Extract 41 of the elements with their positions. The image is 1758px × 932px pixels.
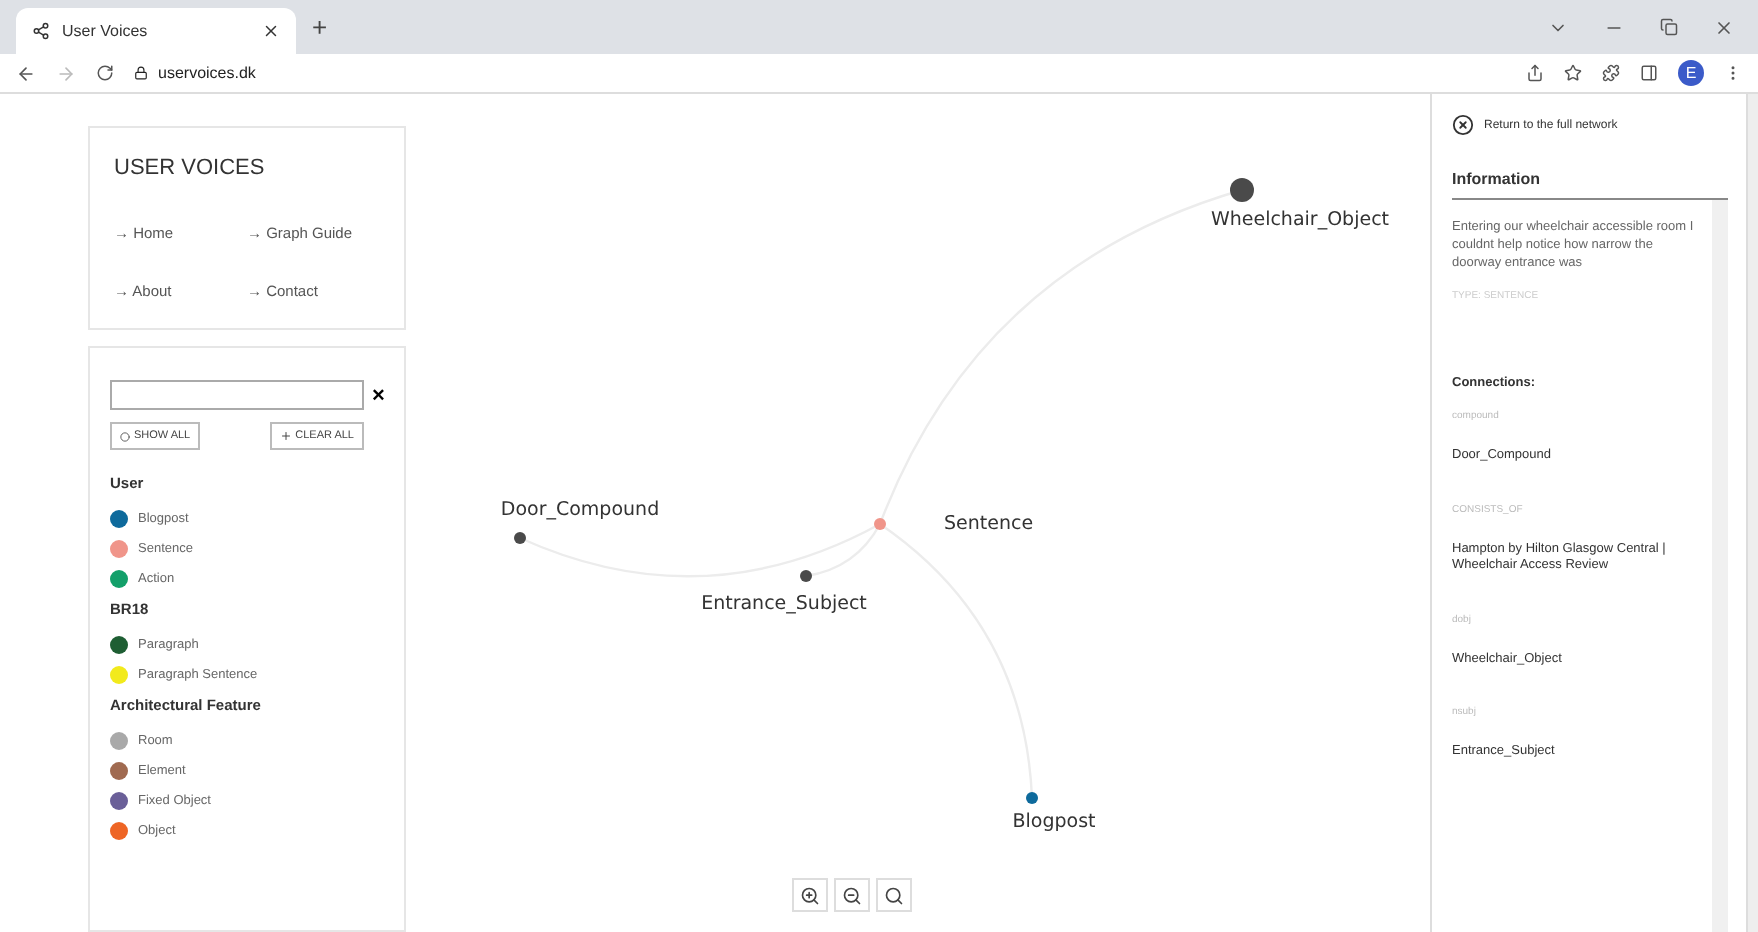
graph-node[interactable]: [1026, 792, 1038, 804]
node-label: Wheelchair_Object: [1210, 209, 1390, 232]
close-icon[interactable]: [262, 22, 280, 40]
search-field[interactable]: [110, 380, 364, 410]
zoom-in-button[interactable]: [792, 878, 828, 912]
zoom-in-icon: [800, 885, 820, 905]
back-icon[interactable]: [16, 63, 36, 83]
graph-node[interactable]: [1230, 178, 1254, 202]
reload-icon[interactable]: [96, 64, 114, 82]
address-field[interactable]: uservoices.dk: [158, 64, 256, 82]
zoom-out-icon: [842, 885, 862, 905]
zoom-out-button[interactable]: [834, 878, 870, 912]
restore-icon[interactable]: [1660, 17, 1678, 35]
node-label: Entrance_Subject: [701, 593, 867, 616]
node-label: Sentence: [944, 513, 1034, 536]
page-scrollbar[interactable]: [1746, 94, 1758, 932]
graph-node[interactable]: [514, 532, 526, 544]
search-icon: [884, 885, 904, 905]
lock-icon: [134, 66, 148, 80]
zoom-reset-button[interactable]: [876, 878, 912, 912]
tab-title: User Voices: [62, 22, 150, 40]
node-label: Blogpost: [1012, 811, 1096, 834]
close-circle-icon: [1452, 114, 1474, 136]
node-label: Door_Compound: [500, 499, 660, 522]
site-title: USER VOICES: [114, 156, 267, 180]
profile-avatar[interactable]: E: [1678, 60, 1704, 86]
graph-node[interactable]: [874, 518, 886, 530]
close-icon[interactable]: [1714, 17, 1734, 37]
new-tab-button[interactable]: +: [312, 12, 328, 42]
circle-icon: [120, 431, 130, 441]
puzzle-icon[interactable]: [1602, 64, 1620, 82]
clear-search-button[interactable]: ×: [372, 383, 385, 407]
graph-icon: [32, 22, 50, 40]
share-icon[interactable]: [1526, 64, 1544, 82]
graph-node[interactable]: [800, 570, 812, 582]
scrollbar[interactable]: [1712, 200, 1728, 932]
info-heading: Information: [1452, 170, 1728, 200]
browser-tab[interactable]: User Voices: [16, 8, 296, 54]
plus-icon: [279, 430, 292, 442]
side-panel-icon[interactable]: [1640, 64, 1658, 82]
star-icon[interactable]: [1564, 64, 1582, 82]
